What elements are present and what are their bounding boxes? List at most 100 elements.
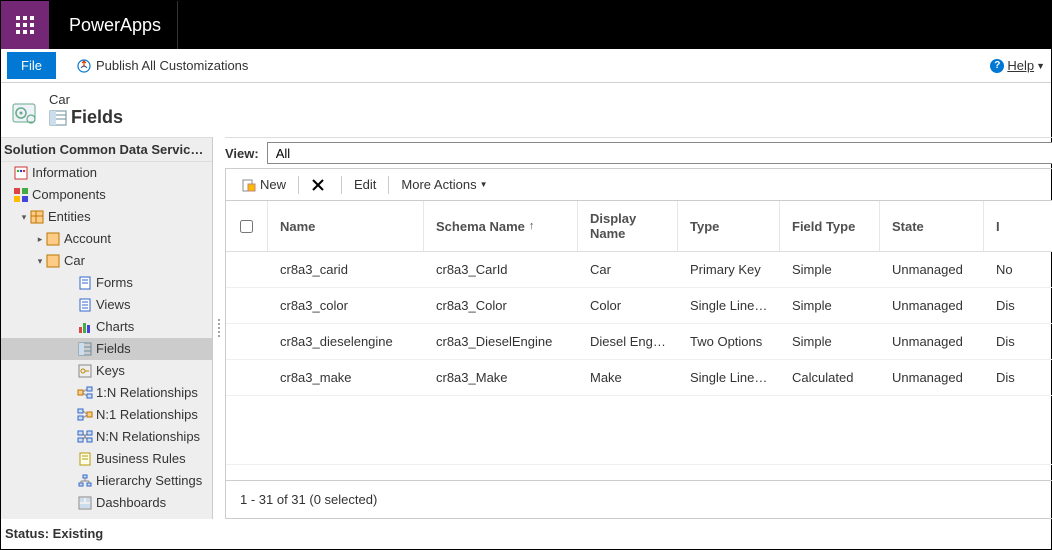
col-header-schema[interactable]: Schema Name↑ (424, 201, 578, 251)
tree-item-n-n-relationships[interactable]: N:N Relationships (1, 426, 212, 448)
expander-icon: ▸ (35, 230, 45, 248)
tree-item-option-sets[interactable]: Option Sets (1, 514, 212, 519)
more-actions-button[interactable]: More Actions ▼ (395, 175, 493, 194)
waffle-icon (16, 16, 34, 34)
breadcrumb: Car Fields (1, 83, 1051, 137)
new-button[interactable]: New (236, 175, 292, 194)
cell-schema: cr8a3_Color (424, 288, 578, 323)
header-divider (177, 1, 178, 49)
grid-body[interactable]: cr8a3_carid cr8a3_CarId Car Primary Key … (226, 252, 1052, 464)
col-header-fieldtype[interactable]: Field Type (780, 201, 880, 251)
table-row[interactable]: cr8a3_dieselengine cr8a3_DieselEngine Di… (226, 324, 1052, 360)
tree-item-car[interactable]: ▾Car (1, 250, 212, 272)
row-checkbox[interactable] (226, 360, 268, 395)
tree[interactable]: InformationComponents▾Entities▸Account▾C… (1, 162, 212, 519)
file-tab[interactable]: File (7, 52, 56, 79)
tree-icon (77, 495, 93, 511)
new-icon (242, 178, 256, 192)
tree-item-components[interactable]: Components (1, 184, 212, 206)
tree-item-charts[interactable]: Charts (1, 316, 212, 338)
col-header-state[interactable]: State (880, 201, 984, 251)
grid-header: Name Schema Name↑ Display Name Type Fiel… (226, 201, 1052, 252)
cell-customizable: Dis (984, 324, 1052, 359)
tree-item-fields[interactable]: Fields (1, 338, 212, 360)
main-grid-panel: View: All New Edit (225, 137, 1052, 519)
tree-item-information[interactable]: Information (1, 162, 212, 184)
tree-icon (13, 165, 29, 181)
publish-icon (76, 58, 92, 74)
help-label: Help (1007, 58, 1034, 73)
cell-type: Single Line of... (678, 288, 780, 323)
col-header-customizable[interactable]: I (984, 201, 1052, 251)
delete-icon (311, 178, 325, 192)
cell-state: Unmanaged (880, 252, 984, 287)
col-header-checkbox[interactable] (226, 201, 268, 251)
tree-item-label: Entities (48, 208, 91, 226)
table-row[interactable]: cr8a3_carid cr8a3_CarId Car Primary Key … (226, 252, 1052, 288)
tree-item-account[interactable]: ▸ Account (1, 228, 212, 250)
tree-icon (77, 451, 93, 467)
view-row: View: All (225, 137, 1052, 168)
chevron-down-icon: ▼ (480, 180, 488, 189)
cell-customizable: Dis (984, 288, 1052, 323)
tree-item-business-rules[interactable]: Business Rules (1, 448, 212, 470)
entity-settings-icon (11, 100, 39, 128)
grid-toolbar: New Edit More Actions ▼ (225, 168, 1052, 200)
table-row[interactable]: cr8a3_make cr8a3_Make Make Single Line o… (226, 360, 1052, 396)
view-label: View: (225, 146, 259, 161)
expander-icon: ▾ (35, 252, 45, 270)
tree-item-label: Account (64, 230, 111, 248)
tree-item-n-1-relationships[interactable]: N:1 Relationships (1, 404, 212, 426)
tree-icon (77, 319, 93, 335)
splitter-handle[interactable] (213, 137, 225, 519)
tree-icon (77, 341, 93, 357)
app-launcher-button[interactable] (1, 1, 49, 49)
status-bar: Status: Existing (1, 519, 1051, 547)
cell-display: Car (578, 252, 678, 287)
tree-item-label: Components (32, 186, 106, 204)
tree-icon (45, 231, 61, 247)
cell-schema: cr8a3_Make (424, 360, 578, 395)
cell-state: Unmanaged (880, 288, 984, 323)
view-select[interactable]: All (267, 142, 1052, 164)
col-header-name[interactable]: Name (268, 201, 424, 251)
edit-button[interactable]: Edit (348, 175, 382, 194)
cell-customizable: Dis (984, 360, 1052, 395)
tree-item-keys[interactable]: Keys (1, 360, 212, 382)
help-button[interactable]: ? Help ▼ (990, 58, 1045, 73)
tree-item-forms[interactable]: Forms (1, 272, 212, 294)
tree-item-entities[interactable]: ▾ Entities (1, 206, 212, 228)
tree-item-label: 1:N Relationships (96, 384, 198, 402)
row-checkbox[interactable] (226, 324, 268, 359)
delete-button[interactable] (305, 176, 335, 194)
cell-name: cr8a3_color (268, 288, 424, 323)
tree-icon (13, 187, 29, 203)
cell-display: Color (578, 288, 678, 323)
col-header-type[interactable]: Type (678, 201, 780, 251)
row-checkbox[interactable] (226, 288, 268, 323)
expander-icon: ▾ (19, 208, 29, 226)
publish-all-button[interactable]: Publish All Customizations (76, 58, 248, 74)
tree-icon (29, 209, 45, 225)
grid-hscroll[interactable] (226, 464, 1052, 480)
tree-item-label: Business Rules (96, 450, 186, 468)
tree-item-hierarchy-settings[interactable]: Hierarchy Settings (1, 470, 212, 492)
row-checkbox[interactable] (226, 252, 268, 287)
solution-explorer: Solution Common Data Services Defaul... … (1, 137, 213, 519)
tree-item-views[interactable]: Views (1, 294, 212, 316)
cell-display: Make (578, 360, 678, 395)
tree-item-dashboards[interactable]: Dashboards (1, 492, 212, 514)
col-header-display[interactable]: Display Name (578, 201, 678, 251)
sort-asc-icon: ↑ (529, 220, 535, 232)
table-row[interactable]: cr8a3_color cr8a3_Color Color Single Lin… (226, 288, 1052, 324)
cell-state: Unmanaged (880, 360, 984, 395)
publish-all-label: Publish All Customizations (96, 58, 248, 73)
cell-schema: cr8a3_DieselEngine (424, 324, 578, 359)
tree-icon (77, 429, 93, 445)
tree-item-1-n-relationships[interactable]: 1:N Relationships (1, 382, 212, 404)
app-title: PowerApps (49, 15, 161, 36)
tree-item-label: Information (32, 164, 97, 182)
cell-fieldtype: Calculated (780, 360, 880, 395)
tree-icon (77, 385, 93, 401)
cell-type: Primary Key (678, 252, 780, 287)
